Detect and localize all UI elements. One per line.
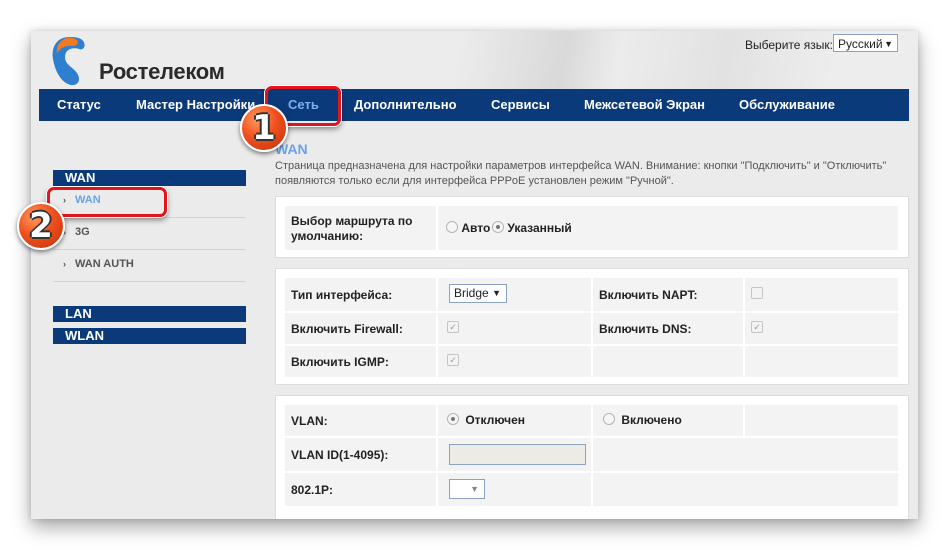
napt-label: Включить NAPT: — [599, 288, 698, 302]
main-nav: Статус Мастер Настройки Сеть Дополнитель… — [39, 89, 909, 121]
interface-type-value: Bridge — [454, 286, 489, 300]
nav-status[interactable]: Статус — [57, 89, 101, 121]
sidebar-item-wan-auth[interactable]: › WAN AUTH — [53, 250, 246, 282]
empty-cell — [745, 405, 898, 436]
sidebar-item-3g[interactable]: › 3G — [53, 218, 246, 250]
igmp-label-cell: Включить IGMP: — [285, 346, 436, 377]
language-value: Русский — [838, 37, 883, 51]
p-value-cell: ▼ — [438, 473, 591, 506]
priority-select[interactable]: ▼ — [449, 479, 485, 499]
sidebar-item-label: WAN AUTH — [75, 258, 134, 270]
nav-maintenance[interactable]: Обслуживание — [739, 89, 835, 121]
vlan-label-cell: VLAN: — [285, 405, 436, 436]
step-1-badge: 1 — [240, 104, 288, 152]
igmp-checkbox[interactable]: ✓ — [447, 354, 459, 366]
empty-cell — [745, 346, 898, 377]
type-label-cell: Тип интерфейса: — [285, 278, 436, 311]
route-label: Выбор маршрута по умолчанию: — [291, 214, 413, 243]
vlan-id-label-cell: VLAN ID(1-4095): — [285, 438, 436, 471]
p-label-cell: 802.1P: — [285, 473, 436, 506]
nav-setup-wizard[interactable]: Мастер Настройки — [136, 89, 255, 121]
route-panel: Выбор маршрута по умолчанию: Авто Указан… — [275, 196, 909, 258]
route-option-auto[interactable]: Авто — [446, 221, 490, 235]
radio-vlan-on[interactable] — [603, 413, 615, 425]
interface-type-select[interactable]: Bridge ▼ — [449, 284, 507, 303]
logo-icon — [52, 37, 85, 86]
route-option-specified[interactable]: Указанный — [492, 221, 572, 235]
sidebar-section-wlan[interactable]: WLAN — [53, 328, 246, 344]
type-label: Тип интерфейса: — [291, 288, 393, 302]
empty-cell — [593, 346, 743, 377]
vlan-id-value-cell — [438, 438, 591, 471]
dns-checkbox[interactable]: ✓ — [751, 321, 763, 333]
empty-cell — [593, 438, 898, 471]
napt-checkbox[interactable] — [751, 287, 763, 299]
rostelecom-logo: Ростелеком — [49, 35, 229, 87]
napt-label-cell: Включить NAPT: — [593, 278, 743, 311]
sidebar-section-lan[interactable]: LAN — [53, 306, 246, 322]
sidebar-section-wan[interactable]: WAN — [53, 170, 246, 186]
dns-label: Включить DNS: — [599, 322, 692, 336]
vlan-id-input[interactable] — [449, 444, 586, 465]
step-2-badge: 2 — [17, 202, 65, 250]
route-options-cell: Авто Указанный — [438, 206, 898, 250]
firewall-value-cell: ✓ — [438, 313, 591, 344]
p-label: 802.1P: — [291, 483, 334, 497]
route-label-cell: Выбор маршрута по умолчанию: — [285, 206, 436, 250]
vlan-on-label: Включено — [621, 413, 682, 427]
empty-cell — [593, 473, 898, 506]
dropdown-arrow-icon: ▼ — [884, 39, 893, 49]
highlight-wan-item — [47, 187, 167, 217]
vlan-off-label: Отключен — [465, 413, 526, 427]
vlan-on-option[interactable]: Включено — [603, 413, 682, 427]
igmp-value-cell: ✓ — [438, 346, 591, 377]
radio-auto[interactable] — [446, 221, 458, 233]
dropdown-arrow-icon: ▼ — [470, 484, 479, 494]
language-select[interactable]: Русский ▼ — [833, 34, 898, 52]
vlan-label: VLAN: — [291, 414, 328, 428]
language-label: Выберите язык: — [745, 38, 833, 52]
firewall-label-cell: Включить Firewall: — [285, 313, 436, 344]
firewall-label: Включить Firewall: — [291, 322, 403, 336]
nav-services[interactable]: Сервисы — [491, 89, 550, 121]
router-window: Ростелеком Выберите язык: Русский ▼ Стат… — [31, 31, 918, 519]
vlan-off-option[interactable]: Отключен — [447, 413, 525, 427]
vlan-id-label: VLAN ID(1-4095): — [291, 448, 389, 462]
igmp-label: Включить IGMP: — [291, 355, 389, 369]
sidebar-item-label: 3G — [75, 226, 90, 238]
firewall-checkbox[interactable]: ✓ — [447, 321, 459, 333]
brand-name: Ростелеком — [99, 59, 225, 84]
dns-label-cell: Включить DNS: — [593, 313, 743, 344]
radio-specified[interactable] — [492, 221, 504, 233]
vlan-panel: VLAN: Отключен Включено VLAN ID(1-4095): — [275, 395, 909, 519]
napt-value-cell — [745, 278, 898, 311]
vlan-off-cell: Отключен — [438, 405, 591, 436]
vlan-on-cell: Включено — [593, 405, 743, 436]
type-value-cell: Bridge ▼ — [438, 278, 591, 311]
route-specified-label: Указанный — [507, 221, 572, 235]
route-auto-label: Авто — [461, 221, 491, 235]
bullet-icon: › — [63, 259, 66, 269]
radio-vlan-off[interactable] — [447, 413, 459, 425]
nav-firewall[interactable]: Межсетевой Экран — [584, 89, 705, 121]
nav-advanced[interactable]: Дополнительно — [354, 89, 457, 121]
dns-value-cell: ✓ — [745, 313, 898, 344]
page-description: Страница предназначена для настройки пар… — [275, 160, 887, 187]
dropdown-arrow-icon: ▼ — [492, 288, 501, 298]
interface-panel: Тип интерфейса: Bridge ▼ Включить NAPT: … — [275, 268, 909, 385]
